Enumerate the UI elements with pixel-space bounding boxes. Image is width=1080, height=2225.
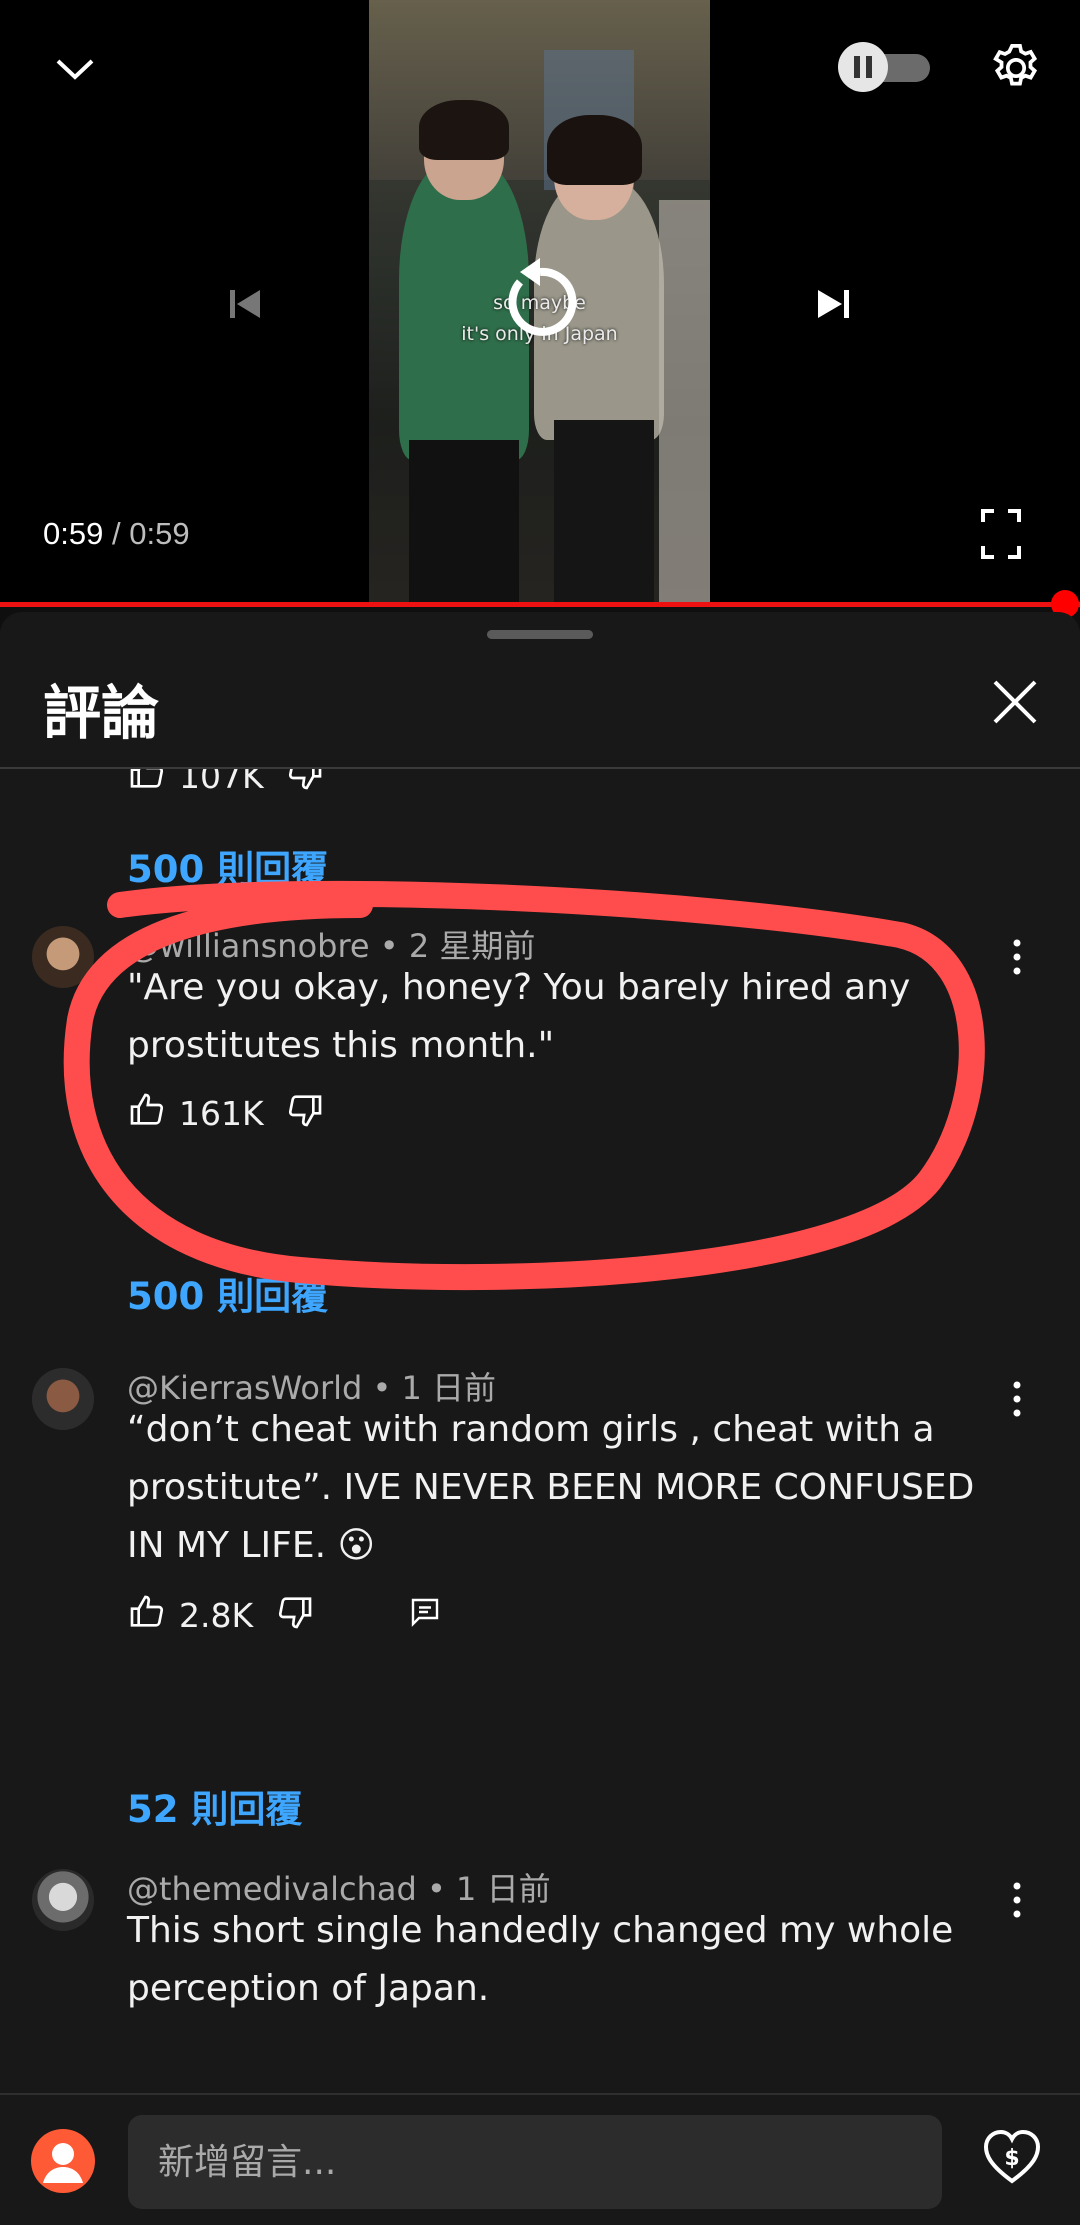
autoplay-toggle[interactable] xyxy=(838,42,934,92)
drag-handle[interactable] xyxy=(487,630,593,639)
view-replies-link[interactable]: 500 則回覆 xyxy=(127,839,328,893)
current-time: 0:59 xyxy=(43,516,104,551)
comment-actions: 161K xyxy=(127,1086,527,1136)
sheet-title: 評論 xyxy=(43,679,160,747)
time-display: 0:59 / 0:59 xyxy=(43,516,190,552)
heart-dollar-icon[interactable]: $ xyxy=(980,2125,1044,2189)
view-replies-link[interactable]: 500 則回覆 xyxy=(127,1266,328,1320)
pause-icon xyxy=(838,42,888,92)
avatar[interactable] xyxy=(32,1368,94,1430)
user-avatar[interactable] xyxy=(31,2129,95,2193)
time-separator: / xyxy=(111,516,121,551)
comments-sheet: 評論 107K 500 則回覆 @williansnobre • 2 星期前 "… xyxy=(0,612,1080,2223)
thumbs-up-icon[interactable] xyxy=(127,1090,167,1130)
thumbs-down-icon xyxy=(288,769,322,790)
thumbs-down-icon[interactable] xyxy=(285,1090,325,1130)
like-count: 107K xyxy=(179,769,264,796)
duration: 0:59 xyxy=(129,516,190,551)
close-icon[interactable] xyxy=(985,672,1045,732)
comment-actions: 2.8K xyxy=(127,1588,527,1638)
comment-text: "Are you okay, honey? You barely hired a… xyxy=(127,967,911,1066)
comment-item: @themedivalchad • 1 日前 This short single… xyxy=(0,1842,1080,2091)
fullscreen-icon[interactable] xyxy=(980,508,1022,560)
like-count: 161K xyxy=(179,1094,264,1133)
progress-bar[interactable] xyxy=(0,602,1080,607)
comment-list[interactable]: 107K 500 則回覆 @williansnobre • 2 星期前 "Are… xyxy=(0,769,1080,2091)
view-replies-link[interactable]: 52 則回覆 xyxy=(127,1779,302,1833)
like-count: 2.8K xyxy=(179,1596,254,1635)
comment-item: @KierrasWorld • 1 日前 “don’t cheat with r… xyxy=(0,1341,1080,1701)
thumbs-up-icon[interactable] xyxy=(127,1592,167,1632)
thumbs-down-icon[interactable] xyxy=(275,1592,315,1632)
more-options-icon[interactable] xyxy=(997,1369,1037,1429)
more-options-icon[interactable] xyxy=(997,927,1037,987)
thumbs-up-icon xyxy=(130,769,164,788)
comment-text: This short single handedly changed my wh… xyxy=(127,1910,954,2009)
video-player[interactable]: so maybe it's only in Japan 0:59 / 0:59 xyxy=(0,0,1080,604)
replay-icon[interactable] xyxy=(490,250,590,350)
avatar[interactable] xyxy=(32,1869,94,1931)
svg-text:$: $ xyxy=(1004,2146,1019,2171)
avatar[interactable] xyxy=(32,926,94,988)
comment-item: @williansnobre • 2 星期前 "Are you okay, ho… xyxy=(0,899,1080,1199)
gear-icon[interactable] xyxy=(988,40,1044,96)
comment-input[interactable] xyxy=(128,2115,942,2209)
comment-text: “don’t cheat with random girls , cheat w… xyxy=(127,1409,975,1566)
comment-input-bar: $ xyxy=(0,2093,1080,2225)
previous-icon[interactable] xyxy=(222,280,270,328)
next-icon[interactable] xyxy=(810,280,858,328)
collapse-chevron-icon[interactable] xyxy=(50,45,100,95)
more-options-icon[interactable] xyxy=(997,1870,1037,1930)
partial-comment-actions: 107K xyxy=(127,769,527,796)
reply-icon[interactable] xyxy=(407,1594,443,1630)
